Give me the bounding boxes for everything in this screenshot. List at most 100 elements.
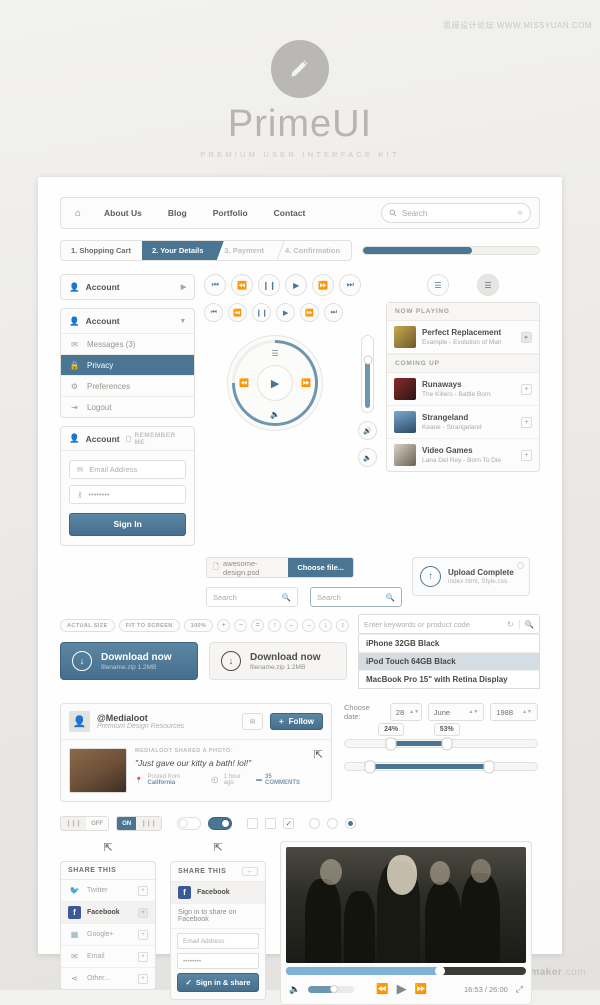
- toggle-off[interactable]: [177, 817, 202, 830]
- volume-icon[interactable]: 🔈: [289, 984, 300, 995]
- share-item-facebook[interactable]: f Facebook +: [61, 902, 155, 924]
- search-icon[interactable]: 🔍: [518, 619, 534, 629]
- nav-item-blog[interactable]: Blog: [155, 198, 200, 228]
- download-button-default[interactable]: ↓ Download now filename.zip 1.2MB: [209, 642, 347, 680]
- share-item-googleplus[interactable]: ▦ Google+ +: [61, 924, 155, 946]
- rewind-icon[interactable]: ⏪: [239, 379, 249, 388]
- prev-icon[interactable]: ⏮: [204, 303, 224, 322]
- click-wheel[interactable]: ☰ ⏪ ⏩ 🔈 ▶: [214, 322, 336, 444]
- menu-item-logout[interactable]: ⇥ Logout: [61, 396, 195, 417]
- reset-icon[interactable]: =: [251, 619, 265, 632]
- wizard-step-3[interactable]: 3. Payment: [214, 241, 275, 260]
- volume-up-icon[interactable]: 🔊: [358, 421, 377, 440]
- plus-icon[interactable]: +: [521, 383, 532, 395]
- volume-icon[interactable]: 🔈: [270, 410, 280, 419]
- radio-3-selected[interactable]: [345, 818, 357, 829]
- forward-icon[interactable]: ⏩: [300, 303, 320, 322]
- video-progress-bar[interactable]: [286, 966, 526, 976]
- playing-icon[interactable]: ▸: [521, 331, 532, 343]
- nav-item-about[interactable]: About Us: [91, 198, 155, 228]
- wizard-step-4[interactable]: 4. Confirmation: [275, 241, 351, 260]
- plus-icon[interactable]: +: [138, 929, 148, 940]
- close-icon[interactable]: [517, 562, 524, 569]
- video-progress-knob[interactable]: [434, 966, 445, 976]
- clear-icon[interactable]: ⊗: [517, 209, 523, 217]
- checkbox-2[interactable]: [265, 818, 277, 829]
- volume-knob[interactable]: [329, 985, 338, 993]
- checkbox-1[interactable]: [247, 818, 259, 829]
- range-slider-labeled[interactable]: 24% 53%: [344, 723, 538, 750]
- switch-on[interactable]: ON ❙❙❙: [116, 816, 163, 831]
- rewind-icon[interactable]: ⏪: [231, 274, 254, 296]
- account-menu-header[interactable]: 👤 Account ▼: [61, 309, 194, 333]
- autocomplete-option-highlighted[interactable]: iPod Touch 64GB Black: [359, 652, 539, 670]
- wizard-step-2[interactable]: 2. Your Details: [142, 241, 215, 260]
- minus-icon[interactable]: −: [234, 619, 248, 632]
- year-stepper[interactable]: 1988 ▲▼: [490, 703, 538, 721]
- sign-in-button[interactable]: Sign In: [69, 513, 187, 536]
- playlist-row-now[interactable]: Perfect Replacement Example - Evolution …: [387, 321, 539, 354]
- range-knob-high[interactable]: [483, 760, 495, 773]
- autocomplete-option[interactable]: iPhone 32GB Black: [359, 634, 539, 652]
- plus-icon[interactable]: +: [521, 416, 532, 428]
- checkbox-3-checked[interactable]: ✓: [283, 818, 295, 829]
- nav-item-contact[interactable]: Contact: [261, 198, 319, 228]
- share-item-twitter[interactable]: 🐦 Twitter +: [61, 880, 155, 902]
- wizard-step-1[interactable]: 1. Shopping Cart: [61, 241, 142, 260]
- password-field[interactable]: ⚷ ••••••••: [69, 485, 187, 504]
- share-email-field[interactable]: Email Address: [177, 933, 259, 949]
- plus-icon[interactable]: +: [138, 907, 148, 918]
- sign-in-and-share-button[interactable]: ✓ Sign in & share: [177, 973, 259, 992]
- download-button-primary[interactable]: ↓ Download now filename.zip 1.2MB: [60, 642, 198, 680]
- post-photo[interactable]: [69, 748, 127, 793]
- arrow-diag-icon[interactable]: ↕: [336, 619, 350, 632]
- playlist-row[interactable]: Video Games Lana Del Rey - Born To Die +: [387, 439, 539, 471]
- email-field[interactable]: ✉ Email Address: [69, 460, 187, 479]
- rewind-icon[interactable]: ⏪: [228, 303, 248, 322]
- video-volume-slider[interactable]: [308, 985, 355, 993]
- play-icon[interactable]: ▶: [276, 303, 296, 322]
- forward-icon[interactable]: ⏩: [415, 984, 427, 995]
- prev-icon[interactable]: ⏮: [204, 274, 227, 296]
- comments-link[interactable]: ▬ 35 COMMENTS: [256, 774, 306, 786]
- range-knob-low[interactable]: [385, 737, 397, 750]
- actual-size-button[interactable]: ACTUAL SIZE: [60, 619, 115, 632]
- search-input-focused[interactable]: Search 🔍: [310, 587, 402, 607]
- zoom-level-button[interactable]: 100%: [183, 619, 214, 632]
- arrow-up-icon[interactable]: ↑: [268, 619, 282, 632]
- file-input[interactable]: 🗋 awesome-design.psd Choose file...: [206, 557, 354, 578]
- autocomplete-option[interactable]: MacBook Pro 15" with Retina Display: [359, 670, 539, 688]
- remember-me-checkbox[interactable]: REMEMBER ME: [125, 432, 187, 446]
- arrow-right-icon[interactable]: →: [302, 619, 316, 632]
- share-item-email[interactable]: ✉ Email +: [61, 946, 155, 968]
- search-input[interactable]: Search ⊗: [381, 203, 531, 223]
- range-knob-low[interactable]: [364, 760, 376, 773]
- volume-icon[interactable]: 🔈: [358, 448, 377, 467]
- video-screen[interactable]: [286, 847, 526, 963]
- account-dropdown-collapsed[interactable]: 👤 Account ▶: [60, 274, 196, 300]
- plus-icon[interactable]: +: [138, 973, 148, 984]
- back-arrow-icon[interactable]: ←: [242, 867, 258, 876]
- share-item-other[interactable]: ⋖ Other... +: [61, 968, 155, 989]
- next-icon[interactable]: ⏭: [324, 303, 344, 322]
- playlist-row[interactable]: Strangeland Keane - Strangeland +: [387, 406, 539, 439]
- list-active-icon[interactable]: ☰: [477, 274, 499, 296]
- home-icon[interactable]: ⌂: [69, 208, 91, 219]
- next-icon[interactable]: ⏭: [339, 274, 362, 296]
- envelope-icon[interactable]: ✉: [242, 713, 263, 730]
- share-icon[interactable]: ⇱: [60, 841, 156, 854]
- range-slider-plain[interactable]: [344, 760, 538, 773]
- pause-icon[interactable]: ❙❙: [258, 274, 281, 296]
- play-icon[interactable]: ▶: [257, 365, 294, 401]
- nav-item-portfolio[interactable]: Portfolio: [200, 198, 261, 228]
- location-name[interactable]: California: [147, 780, 175, 786]
- plus-icon[interactable]: +: [138, 885, 148, 896]
- play-icon[interactable]: ▶: [285, 274, 308, 296]
- forward-icon[interactable]: ⏩: [312, 274, 335, 296]
- menu-item-privacy[interactable]: 🔒 Privacy: [61, 354, 195, 375]
- plus-icon[interactable]: +: [217, 619, 231, 632]
- menu-item-preferences[interactable]: ⚙ Preferences: [61, 375, 195, 396]
- share-icon[interactable]: ⇱: [170, 841, 266, 854]
- plus-icon[interactable]: +: [138, 951, 148, 962]
- volume-slider-vertical[interactable]: [361, 335, 374, 413]
